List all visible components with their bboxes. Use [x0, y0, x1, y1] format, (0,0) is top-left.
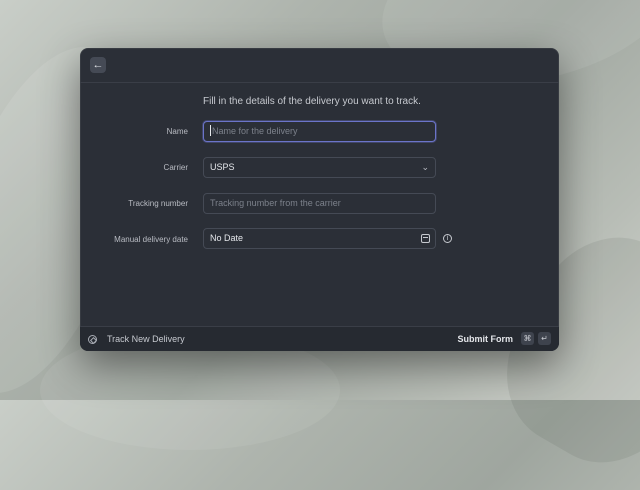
tracking-number-label: Tracking number: [128, 199, 188, 208]
chevron-down-icon: ⌄: [421, 162, 429, 172]
name-placeholder: Name for the delivery: [212, 126, 298, 136]
command-title: Track New Delivery: [107, 334, 185, 344]
name-label: Name: [166, 127, 188, 136]
tracking-number-input[interactable]: Tracking number from the carrier: [203, 193, 436, 214]
form-description: Fill in the details of the delivery you …: [203, 96, 421, 107]
tracking-number-placeholder: Tracking number from the carrier: [210, 198, 341, 208]
back-button[interactable]: ←: [90, 57, 106, 73]
carrier-select[interactable]: USPS ⌄: [203, 157, 436, 178]
arrow-left-icon: ←: [92, 59, 104, 71]
delivery-date-label: Manual delivery date: [114, 235, 188, 244]
text-cursor: [210, 125, 211, 136]
command-key-icon: ⌘: [521, 332, 534, 345]
info-icon[interactable]: i: [443, 234, 452, 243]
calendar-icon[interactable]: [421, 234, 430, 243]
submit-form-button[interactable]: Submit Form: [458, 334, 514, 344]
delivery-date-value: No Date: [210, 233, 244, 243]
delivery-date-picker[interactable]: No Date: [203, 228, 436, 249]
action-bar: Track New Delivery Submit Form ⌘ ↵: [80, 326, 559, 351]
enter-key-icon: ↵: [538, 332, 551, 345]
top-bar: ←: [80, 48, 559, 83]
carrier-value: USPS: [210, 162, 235, 172]
package-icon: [88, 335, 97, 344]
name-input[interactable]: Name for the delivery: [203, 121, 436, 142]
carrier-label: Carrier: [163, 163, 188, 172]
track-delivery-window: ← Fill in the details of the delivery yo…: [80, 48, 559, 351]
